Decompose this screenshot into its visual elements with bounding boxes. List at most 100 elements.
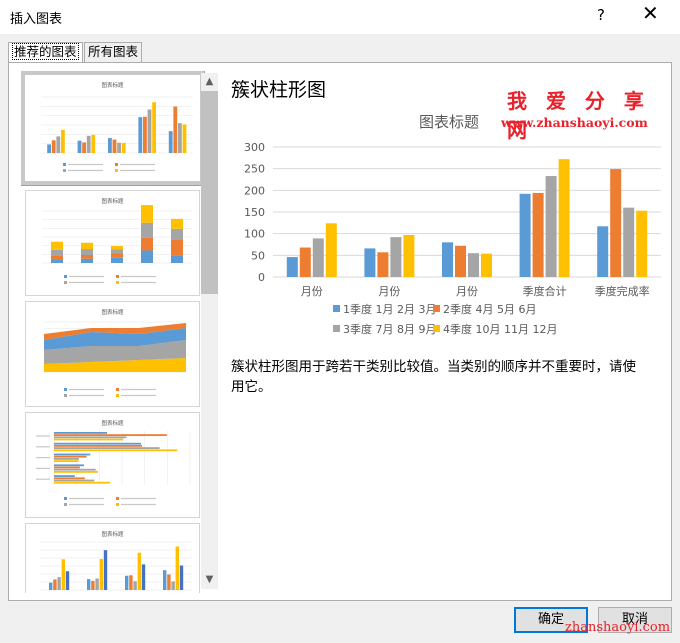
thumbnail-bar: [182, 124, 187, 153]
thumbnail-bar: [54, 479, 95, 482]
thumbnail-bar: [54, 475, 75, 477]
close-icon[interactable]: ✕: [642, 3, 659, 23]
tab-label: 推荐的图表: [12, 43, 79, 60]
thumbnail-bar: [141, 564, 146, 590]
thumbnail-clustered-column[interactable]: 图表标题: [21, 71, 205, 186]
scroll-down-icon[interactable]: ▼: [201, 571, 218, 589]
thumbnail-bar: [51, 249, 63, 256]
thumbnail-bar: [133, 581, 137, 590]
thumbnail-bar: [57, 577, 61, 590]
thumbnail-bar: [87, 579, 91, 590]
bar: [312, 238, 324, 277]
thumbnail-bar: [54, 458, 79, 460]
bar: [403, 234, 415, 277]
scroll-up-icon[interactable]: ▲: [201, 73, 218, 91]
thumbnail-bar: [147, 109, 152, 153]
thumbnail-bar: [91, 134, 96, 153]
thumbnail-bar: [91, 580, 95, 590]
chart-title: 图表标题: [419, 113, 479, 131]
thumbnail-bar: [54, 453, 91, 456]
thumbnail-bar: [179, 565, 184, 590]
thumbnail-list[interactable]: 图表标题 图表标题 图表标题 图表标题 图表标题: [21, 71, 213, 593]
thumbnail-bar: [171, 228, 183, 240]
thumbnail-title: 图表标题: [101, 81, 124, 89]
thumbnail-legend-swatch: [64, 388, 67, 391]
thumbnail-bar: [137, 552, 141, 590]
thumbnail-bar: [141, 205, 153, 223]
thumbnail-bar: [54, 477, 85, 480]
thumbnail-bar: [81, 255, 93, 259]
thumbnail-bar: [171, 581, 175, 590]
thumbnail-bar: [103, 550, 108, 590]
chart-description: 簇状柱形图用于跨若干类别比较值。当类别的顺序并不重要时，请使用它。: [231, 359, 636, 395]
legend-swatch: [433, 325, 440, 332]
thumbnail-legend-swatch: [63, 163, 66, 166]
thumbnail-title: 图表标题: [101, 419, 124, 427]
y-tick-label: 0: [258, 271, 265, 284]
thumbnail-bar: [54, 460, 79, 462]
thumbnail-stacked-area[interactable]: 图表标题: [25, 301, 200, 407]
bar: [519, 193, 531, 277]
legend-label: 3季度 7月 8月 9月: [343, 322, 436, 336]
bar: [623, 207, 635, 277]
tab-recommended-charts[interactable]: 推荐的图表: [8, 42, 83, 63]
thumbnail-bar: [163, 570, 167, 590]
y-tick-label: 250: [244, 163, 265, 176]
legend-swatch: [433, 305, 440, 312]
thumbnail-legend-swatch: [64, 281, 67, 284]
thumbnail-bar: [152, 102, 156, 153]
thumbnail-bar: [173, 106, 178, 153]
thumbnail-bar: [121, 142, 126, 153]
thumbnail-bar: [171, 218, 183, 229]
title-bar: 插入图表 ? ✕: [0, 0, 680, 34]
help-icon[interactable]: ?: [597, 6, 605, 24]
bar: [390, 237, 402, 277]
thumbnail-bar: [54, 471, 98, 473]
tab-all-charts[interactable]: 所有图表: [84, 42, 143, 62]
bar: [325, 223, 337, 277]
bar: [364, 248, 376, 277]
footer-watermark: zhanshaoyi.com: [565, 620, 671, 635]
preview-chart-name: 簇状柱形图: [231, 79, 327, 101]
legend-swatch: [333, 305, 340, 312]
thumbnail-stacked-column[interactable]: 图表标题: [25, 190, 200, 296]
bar: [597, 226, 609, 277]
thumbnail-bar: [111, 257, 123, 263]
y-tick-label: 150: [244, 206, 265, 219]
thumbnail-bar: [111, 249, 123, 254]
thumbnail-bar: [175, 546, 179, 590]
thumbnail-bar: [86, 135, 91, 153]
legend-label: 2季度 4月 5月 6月: [443, 302, 536, 316]
thumbnail-bar: [49, 582, 53, 590]
thumbnail-bar: [167, 574, 171, 590]
thumbnail-bar: [54, 455, 87, 458]
thumbnail-legend-swatch: [116, 275, 119, 278]
thumbnail-bar: [61, 129, 65, 153]
bar: [558, 159, 570, 277]
thumbnail-bar: [108, 138, 112, 153]
thumbnail-chart: 图表标题: [36, 419, 191, 506]
x-tick-label: 月份: [378, 285, 400, 298]
thumbnail-bar: [54, 449, 178, 452]
thumbnail-bar: [61, 559, 65, 590]
tab-label: 所有图表: [88, 44, 139, 59]
thumbnail-bar: [54, 481, 111, 484]
thumbnail-bar: [81, 249, 93, 256]
bar: [455, 245, 466, 277]
thumbnail-bar: [171, 239, 183, 256]
thumbnail-legend-swatch: [115, 169, 118, 172]
thumbnail-scrollbar[interactable]: ▲ ▼: [201, 73, 218, 589]
thumbnail-bar: [65, 571, 70, 590]
legend-swatch: [333, 325, 340, 332]
x-tick-label: 月份: [301, 285, 323, 298]
legend-label: 4季度 10月 11月 12月: [443, 322, 557, 336]
bar: [636, 210, 648, 277]
thumbnail-bar: [77, 140, 82, 153]
legend-label: 1季度 1月 2月 3月: [343, 302, 436, 316]
thumbnail-clustered-bar[interactable]: 图表标题: [25, 412, 200, 518]
thumbnail-column-by-category[interactable]: 图表标题: [25, 523, 200, 593]
thumbnail-bar: [168, 131, 173, 153]
scroll-thumb[interactable]: [201, 91, 218, 294]
thumbnail-bar: [54, 434, 167, 436]
thumbnail-bar: [129, 575, 133, 590]
